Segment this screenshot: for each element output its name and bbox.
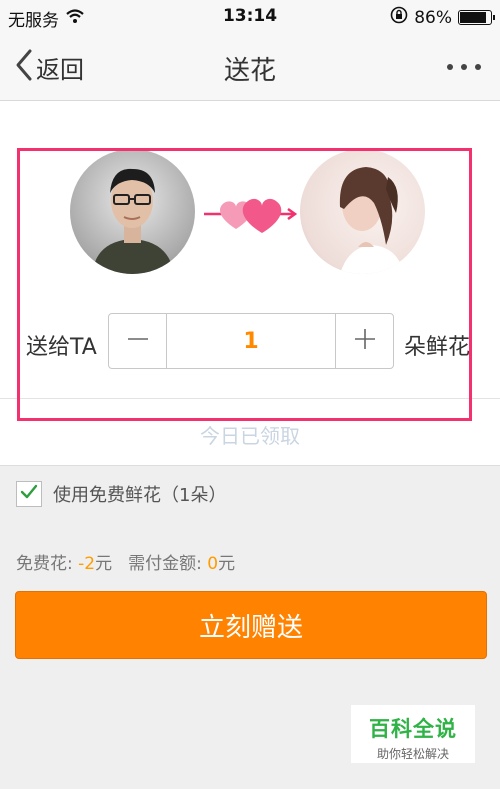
status-bar: 无服务 13:14 86% — [0, 0, 500, 34]
hearts-arrow-icon — [200, 189, 300, 243]
free-flower-label: 使用免费鲜花（1朵） — [53, 485, 227, 506]
watermark-logo: 百科全说 助你轻松解决 — [351, 705, 475, 763]
cost-summary: 免费花: -2元 需付金额: 0元 — [16, 549, 235, 574]
gift-card: 送给TA 1 朵鲜花 今日已领取 — [0, 101, 500, 466]
payment-unit: 元 — [218, 554, 236, 574]
watermark-title: 百科全说 — [369, 717, 457, 741]
quantity-input[interactable]: 1 — [167, 314, 335, 368]
today-claimed-note: 今日已领取 — [200, 424, 300, 448]
plus-icon — [353, 324, 377, 359]
unit-label: 朵鲜花 — [404, 335, 471, 360]
more-button[interactable] — [446, 56, 482, 75]
quantity-stepper: 1 — [108, 313, 394, 369]
payment-label: 需付金额: — [128, 554, 208, 574]
recipient-avatar — [300, 149, 425, 274]
send-now-button[interactable]: 立刻赠送 — [15, 591, 487, 659]
status-right: 86% — [390, 6, 495, 29]
free-flower-checkbox[interactable] — [16, 481, 42, 507]
free-flower-option[interactable]: 使用免费鲜花（1朵） — [16, 481, 226, 507]
send-to-label: 送给TA — [26, 335, 97, 360]
nav-bar: 返回 送花 — [0, 34, 500, 101]
decrease-button[interactable] — [109, 314, 167, 368]
watermark-subtitle: 助你轻松解决 — [376, 747, 449, 761]
sender-avatar — [70, 149, 195, 274]
battery-level — [460, 12, 486, 23]
battery-percent: 86% — [414, 7, 452, 28]
battery-icon — [458, 10, 495, 25]
minus-icon — [126, 324, 150, 359]
payment-value: 0 — [207, 554, 219, 574]
divider — [0, 398, 500, 399]
increase-button[interactable] — [335, 314, 393, 368]
more-dots-icon — [446, 56, 482, 75]
check-icon — [19, 482, 39, 506]
quantity-row: 送给TA 1 朵鲜花 — [0, 313, 500, 371]
free-flower-cost-unit: 元 — [95, 554, 113, 574]
orientation-lock-icon — [390, 6, 408, 29]
page-title: 送花 — [223, 56, 276, 86]
free-flower-cost-value: -2 — [78, 554, 96, 574]
free-flower-cost-label: 免费花: — [16, 554, 79, 574]
